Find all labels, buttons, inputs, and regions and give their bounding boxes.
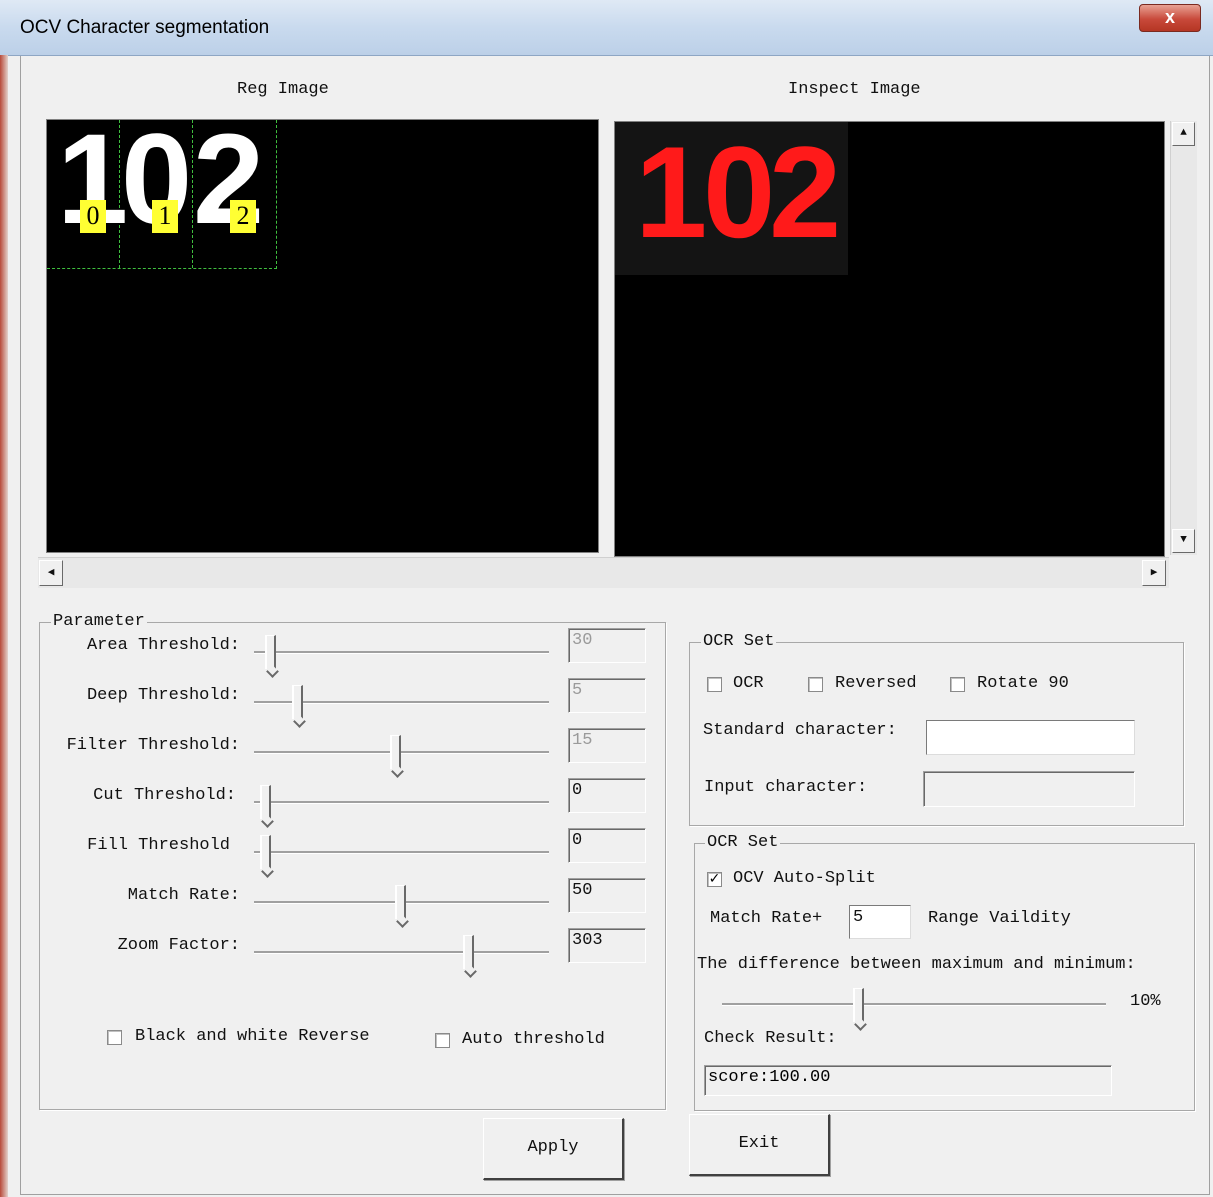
background-window-edge [0,55,8,1197]
parameter-group-title: Parameter [51,612,147,631]
slider-track [254,751,549,754]
parameter-slider[interactable] [254,781,549,821]
inspect-image-label: Inspect Image [788,80,921,99]
parameter-label: Deep Threshold: [86,686,240,705]
horizontal-scrollbar[interactable]: ◀ ▶ [38,557,1169,588]
parameter-slider[interactable] [254,881,549,921]
slider-thumb[interactable] [395,885,406,919]
scroll-right-button[interactable]: ▶ [1142,560,1166,586]
segment-index-tag: 0 [80,200,106,233]
parameter-value-field[interactable]: 0 [568,828,646,863]
parameter-slider[interactable] [254,681,549,721]
parameter-value-field[interactable]: 5 [568,678,646,713]
slider-thumb[interactable] [265,635,276,669]
slider-thumb[interactable] [260,785,271,819]
ocv-auto-split-label: OCV Auto-Split [733,869,876,888]
rotate-90-label: Rotate 90 [977,674,1069,693]
parameter-label: Filter Threshold: [66,736,240,755]
scroll-left-button[interactable]: ◀ [39,560,63,586]
window-title: OCV Character segmentation [20,17,270,38]
ocr-checkbox[interactable] [707,677,722,692]
inspect-digit: 0 [703,119,776,265]
parameter-slider[interactable] [254,731,549,771]
arrow-right-icon: ▶ [1150,567,1158,579]
arrow-left-icon: ◀ [47,567,55,579]
input-character-field[interactable] [923,771,1135,807]
reg-image-label: Reg Image [237,80,329,99]
parameter-value-field[interactable]: 303 [568,928,646,963]
inspect-digit: 1 [635,119,708,265]
slider-thumb[interactable] [390,735,401,769]
ocr-set-group-title: OCR Set [701,632,777,651]
input-character-label: Input character: [704,778,868,797]
reversed-checkbox[interactable] [808,677,823,692]
parameter-label: Cut Threshold: [93,786,236,805]
parameter-label: Match Rate: [127,886,240,905]
slider-track [254,851,549,854]
parameter-value-field[interactable]: 0 [568,778,646,813]
difference-label: The difference between maximum and minim… [697,955,1136,974]
range-validity-label: Range Vaildity [928,909,1071,928]
parameter-value-field[interactable]: 30 [568,628,646,663]
parameter-slider[interactable] [254,631,549,671]
match-rate-plus-input[interactable]: 5 [849,905,911,939]
arrow-down-icon: ▼ [1180,534,1187,546]
parameter-slider[interactable] [254,831,549,871]
check-result-field: score:100.00 [704,1065,1112,1096]
checkmark-icon: ✓ [708,871,721,887]
apply-button[interactable]: Apply [483,1118,624,1180]
scroll-up-button[interactable]: ▲ [1172,122,1195,146]
check-result-label: Check Result: [704,1029,837,1048]
parameter-value-field[interactable]: 15 [568,728,646,763]
segment-index-tag: 2 [230,200,256,233]
auto-threshold-checkbox[interactable] [435,1033,450,1048]
ocv-auto-split-checkbox[interactable]: ✓ [707,872,722,887]
slider-thumb[interactable] [292,685,303,719]
slider-thumb[interactable] [260,835,271,869]
scroll-down-button[interactable]: ▼ [1172,529,1195,553]
bw-reverse-checkbox[interactable] [107,1030,122,1045]
slider-track [254,801,549,804]
parameter-label: Fill Threshold [87,836,230,855]
slider-track [254,951,549,954]
difference-value: 10% [1130,992,1161,1011]
auto-threshold-label: Auto threshold [462,1030,605,1049]
ocv-set-group-title: OCR Set [705,833,781,852]
inspect-image-canvas[interactable]: 1 0 2 [614,121,1165,557]
standard-character-label: Standard character: [703,721,897,740]
slider-thumb[interactable] [463,935,474,969]
segment-index-tag: 1 [152,200,178,233]
slider-thumb[interactable] [853,988,864,1022]
standard-character-input[interactable] [926,720,1135,755]
inspect-digit: 2 [769,119,842,265]
slider-track [254,651,549,654]
ocr-label: OCR [733,674,764,693]
bw-reverse-label: Black and white Reverse [135,1027,370,1046]
close-icon: x [1164,7,1175,27]
parameter-value-field[interactable]: 50 [568,878,646,913]
reversed-label: Reversed [835,674,917,693]
parameter-label: Area Threshold: [86,636,240,655]
parameter-slider[interactable] [254,931,549,971]
reg-image-canvas[interactable]: 1 0 2 0 1 2 [46,116,599,553]
close-button[interactable]: x [1139,4,1201,32]
match-rate-plus-label: Match Rate+ [710,909,823,928]
exit-button[interactable]: Exit [689,1114,830,1176]
rotate-90-checkbox[interactable] [950,677,965,692]
arrow-up-icon: ▲ [1180,127,1187,139]
difference-slider[interactable] [722,985,1106,1023]
parameter-label: Zoom Factor: [117,936,240,955]
vertical-scrollbar[interactable]: ▲ ▼ [1170,121,1197,555]
slider-track [722,1003,1106,1006]
